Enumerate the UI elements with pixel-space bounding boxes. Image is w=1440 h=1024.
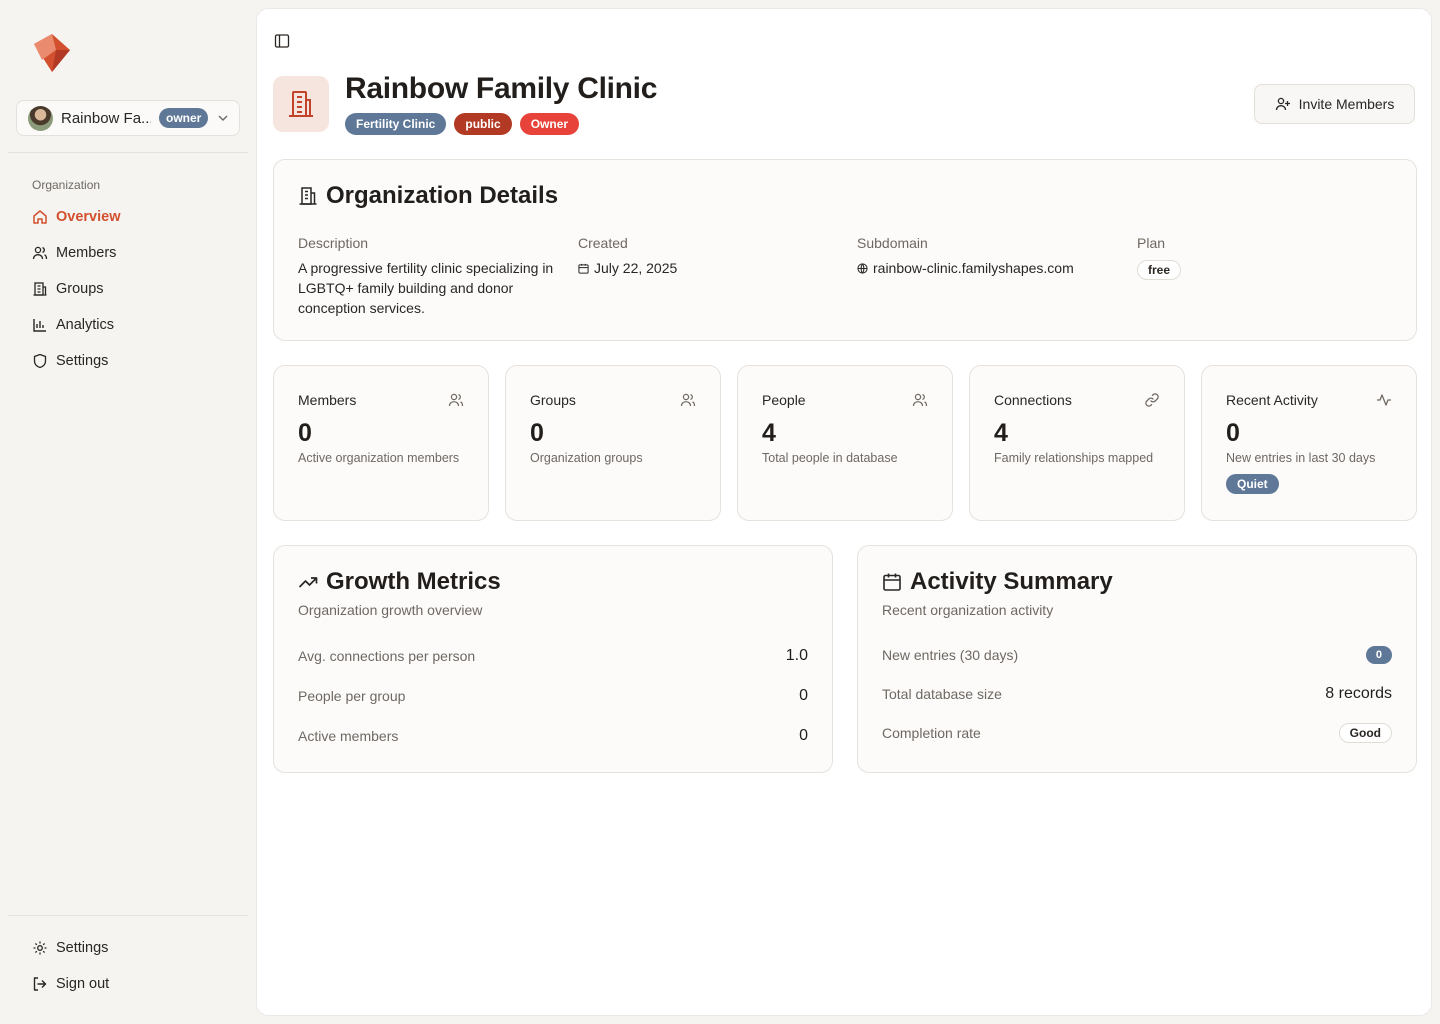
user-plus-icon <box>1275 96 1291 112</box>
completion-badge: Good <box>1338 723 1392 743</box>
role-badge: Owner <box>519 113 580 135</box>
users-icon <box>912 392 928 408</box>
growth-metrics-card: Growth Metrics Organization growth overv… <box>273 545 833 773</box>
stat-value: 0 <box>530 419 544 447</box>
main-panel: Rainbow Family Clinic Fertility Clinic p… <box>256 8 1432 1016</box>
created-date: July 22, 2025 <box>594 260 678 276</box>
growth-subtitle: Organization growth overview <box>298 602 483 618</box>
metric-row: Active members 0 <box>298 727 808 744</box>
sidebar-item-overview[interactable]: Overview <box>24 201 240 233</box>
sidebar-item-label: Members <box>56 245 117 261</box>
sidebar-item-members[interactable]: Members <box>24 237 240 269</box>
org-icon-tile <box>273 76 329 132</box>
stat-card-members: Members 0 Active organization members <box>273 365 489 521</box>
sidebar-item-label: Sign out <box>56 976 110 992</box>
sign-out-icon <box>32 976 48 992</box>
activity-subtitle: Recent organization activity <box>882 602 1054 618</box>
sidebar-item-label: Settings <box>56 353 109 369</box>
stat-card-recent-activity: Recent Activity 0 New entries in last 30… <box>1201 365 1417 521</box>
stat-caption: Family relationships mapped <box>994 451 1154 465</box>
calendar-icon <box>882 572 902 592</box>
sidebar-item-label: Overview <box>56 209 121 225</box>
page-title: Rainbow Family Clinic <box>345 72 658 105</box>
stat-caption: Organization groups <box>530 451 643 465</box>
sidebar-toggle-icon[interactable] <box>274 33 290 49</box>
plan-field: Plan free <box>1137 235 1397 280</box>
org-switcher[interactable]: Rainbow Fa... owner <box>16 100 240 136</box>
metric-row: New entries (30 days) 0 <box>882 643 1392 667</box>
activity-status-badge: Quiet <box>1226 474 1279 494</box>
sidebar-footer-settings[interactable]: Settings <box>24 932 240 964</box>
type-badge: Fertility Clinic <box>345 113 447 135</box>
invite-members-button[interactable]: Invite Members <box>1254 84 1415 124</box>
sidebar-divider <box>8 152 248 153</box>
building-icon <box>286 89 316 119</box>
bar-chart-icon <box>32 317 48 333</box>
org-badges: Fertility Clinic public Owner <box>345 113 580 135</box>
sidebar-item-label: Groups <box>56 281 104 297</box>
users-icon <box>32 245 48 261</box>
activity-title: Activity Summary <box>882 568 1113 596</box>
stat-card-groups: Groups 0 Organization groups <box>505 365 721 521</box>
details-title: Organization Details <box>298 182 558 210</box>
stat-value: 0 <box>298 419 312 447</box>
role-badge: owner <box>159 108 209 128</box>
count-badge: 0 <box>1365 646 1392 664</box>
link-icon <box>1144 392 1160 408</box>
metric-row: People per group 0 <box>298 687 808 704</box>
globe-icon <box>857 262 868 274</box>
stat-caption: Active organization members <box>298 451 460 465</box>
nav-section-label: Organization <box>32 178 101 192</box>
growth-title: Growth Metrics <box>298 568 501 596</box>
stat-value: 0 <box>1226 419 1240 447</box>
avatar <box>28 105 53 131</box>
sidebar-item-settings[interactable]: Settings <box>24 345 240 377</box>
subdomain-link[interactable]: rainbow-clinic.familyshapes.com <box>873 258 1074 278</box>
stat-caption: Total people in database <box>762 451 898 465</box>
stat-card-people: People 4 Total people in database <box>737 365 953 521</box>
sidebar: Rainbow Fa... owner Organization Overvie… <box>0 0 256 1024</box>
subdomain-field: Subdomain rainbow-clinic.familyshapes.co… <box>857 235 1074 278</box>
created-field: Created July 22, 2025 <box>578 235 678 276</box>
stat-value: 4 <box>994 419 1008 447</box>
metric-row: Total database size 8 records <box>882 685 1392 702</box>
sidebar-item-analytics[interactable]: Analytics <box>24 309 240 341</box>
sidebar-item-groups[interactable]: Groups <box>24 273 240 305</box>
sidebar-item-label: Analytics <box>56 317 115 333</box>
building-icon <box>32 281 48 297</box>
activity-icon <box>1376 392 1392 408</box>
description-field: Description A progressive fertility clin… <box>298 235 558 318</box>
stat-value: 4 <box>762 419 776 447</box>
home-icon <box>32 209 48 225</box>
gear-icon <box>32 940 48 956</box>
users-icon <box>448 392 464 408</box>
stat-caption: New entries in last 30 days <box>1226 451 1376 465</box>
chevron-down-icon <box>217 112 229 124</box>
metric-row: Completion rate Good <box>882 721 1392 745</box>
shield-icon <box>32 353 48 369</box>
app-logo[interactable] <box>30 30 74 74</box>
description-text: A progressive fertility clinic specializ… <box>298 260 554 316</box>
metric-row: Avg. connections per person 1.0 <box>298 647 808 664</box>
organization-details-card: Organization Details Description A progr… <box>273 159 1417 341</box>
org-name: Rainbow Fa... <box>61 109 151 127</box>
building-icon <box>298 186 318 206</box>
activity-summary-card: Activity Summary Recent organization act… <box>857 545 1417 773</box>
sign-out-button[interactable]: Sign out <box>24 968 240 1000</box>
users-icon <box>680 392 696 408</box>
calendar-icon <box>578 263 589 274</box>
invite-label: Invite Members <box>1298 96 1395 112</box>
sidebar-item-label: Settings <box>56 940 109 956</box>
trending-up-icon <box>298 572 318 592</box>
sidebar-divider <box>8 915 248 916</box>
visibility-badge: public <box>454 113 512 135</box>
plan-badge: free <box>1137 260 1182 280</box>
stat-card-connections: Connections 4 Family relationships mappe… <box>969 365 1185 521</box>
